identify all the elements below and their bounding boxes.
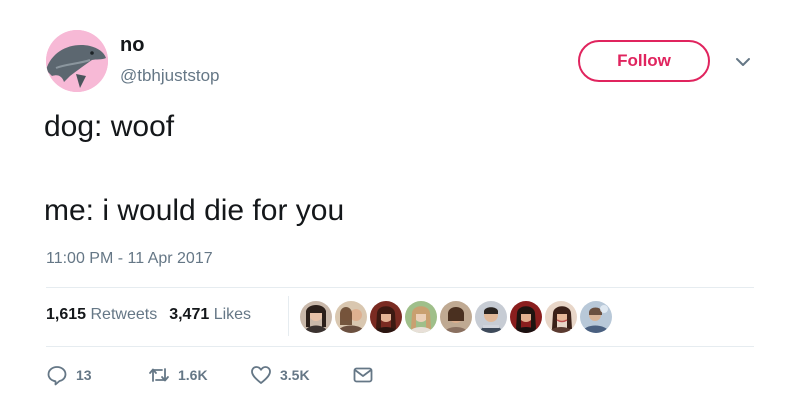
reply-count: 13 xyxy=(76,367,92,383)
liker-avatar[interactable] xyxy=(580,301,612,333)
follow-button[interactable]: Follow xyxy=(578,40,710,82)
tweet-text-line: me: i would die for you xyxy=(44,194,345,227)
liker-avatar[interactable] xyxy=(335,301,367,333)
stats-separator xyxy=(288,296,289,336)
user-handle[interactable]: @tbhjuststop xyxy=(120,66,219,86)
retweets-stat[interactable]: 1,615 Retweets xyxy=(46,306,157,324)
likes-label: Likes xyxy=(213,306,252,323)
liker-avatar[interactable] xyxy=(475,301,507,333)
liker-avatar[interactable] xyxy=(510,301,542,333)
tweet-text-line: dog: woof xyxy=(44,110,175,143)
retweets-label: Retweets xyxy=(90,306,158,323)
engagement-stats: 1,615 Retweets 3,471 Likes xyxy=(46,306,251,324)
direct-message-button[interactable] xyxy=(352,364,374,386)
heart-icon xyxy=(251,366,271,384)
reply-icon xyxy=(47,366,67,386)
user-avatar[interactable] xyxy=(46,30,108,92)
retweet-icon xyxy=(149,368,169,382)
likes-count: 3,471 xyxy=(169,306,210,323)
liker-avatar[interactable] xyxy=(545,301,577,333)
like-count: 3.5K xyxy=(280,367,310,383)
likes-stat[interactable]: 3,471 Likes xyxy=(169,306,251,324)
tweet-timestamp[interactable]: 11:00 PM - 11 Apr 2017 xyxy=(46,250,213,268)
dolphin-avatar-icon xyxy=(46,30,108,92)
retweet-count: 1.6K xyxy=(178,367,208,383)
envelope-icon xyxy=(353,367,373,383)
display-name[interactable]: no xyxy=(120,34,144,57)
liker-avatar[interactable] xyxy=(370,301,402,333)
chevron-down-icon[interactable] xyxy=(734,55,752,69)
divider xyxy=(46,287,754,288)
liker-avatar[interactable] xyxy=(300,301,332,333)
reply-button[interactable]: 13 xyxy=(46,364,92,386)
tweet-card: no @tbhjuststop Follow dog: woof me: i w… xyxy=(0,0,800,420)
retweet-button[interactable]: 1.6K xyxy=(148,364,208,386)
like-button[interactable]: 3.5K xyxy=(250,364,310,386)
liker-avatar[interactable] xyxy=(405,301,437,333)
liker-avatar[interactable] xyxy=(440,301,472,333)
retweets-count: 1,615 xyxy=(46,306,87,323)
divider xyxy=(46,346,754,347)
